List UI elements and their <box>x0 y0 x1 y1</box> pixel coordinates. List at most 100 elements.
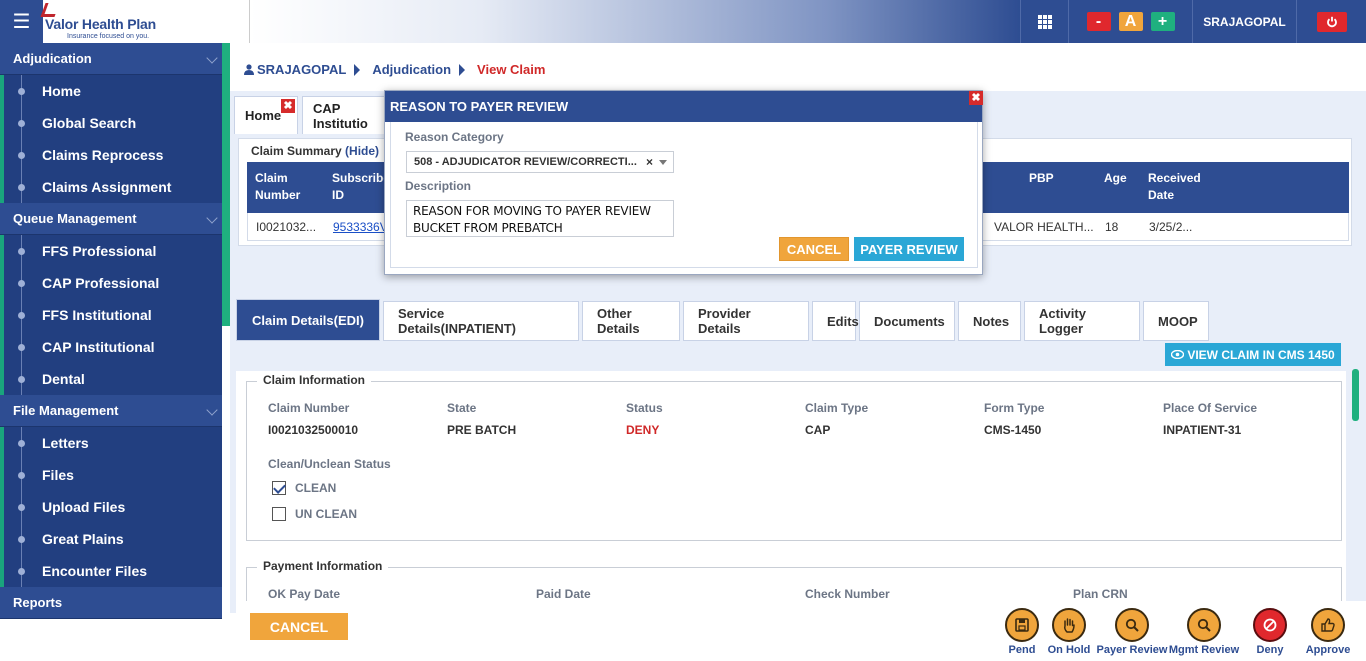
cancel-button[interactable]: CANCEL <box>250 613 348 640</box>
sidebar-item-label: FFS Institutional <box>42 307 152 323</box>
hand-icon <box>1052 608 1086 642</box>
sidebar-item-home[interactable]: Home <box>0 75 222 107</box>
field-value: CAP <box>805 423 831 437</box>
sidebar-item-ffs-institutional[interactable]: FFS Institutional <box>0 299 222 331</box>
sidebar-section-reports[interactable]: Reports <box>0 587 222 619</box>
bullet-icon <box>18 440 25 447</box>
approve-button[interactable]: Approve <box>1288 608 1366 656</box>
claim-information-fieldset: Claim Information Claim Number I00210325… <box>246 373 1342 541</box>
approve-label: Approve <box>1305 644 1351 656</box>
bullet-icon <box>18 376 25 383</box>
logout-button[interactable] <box>1296 0 1366 43</box>
sidebar-item-label: Global Search <box>42 115 137 131</box>
sidebar-item-cap-institutional[interactable]: CAP Institutional <box>0 331 222 363</box>
field-label: Plan CRN <box>1073 587 1128 601</box>
content-scrollbar[interactable] <box>1352 369 1359 421</box>
cell-received-date: 3/25/2... <box>1149 220 1193 234</box>
reason-category-select[interactable]: 508 - ADJUDICATOR REVIEW/CORRECTI... × <box>406 151 674 173</box>
sidebar-item-global-search[interactable]: Global Search <box>0 107 222 139</box>
sidebar-item-dental[interactable]: Dental <box>0 363 222 395</box>
payment-information-legend: Payment Information <box>257 559 389 573</box>
field-value: CMS-1450 <box>984 423 1042 437</box>
unclean-option-label[interactable]: UN CLEAN <box>295 507 357 521</box>
sidebar-item-great-plains[interactable]: Great Plains <box>0 523 222 555</box>
tab-other-details[interactable]: Other Details <box>582 301 680 341</box>
power-icon <box>1316 11 1347 32</box>
tab-activity-logger[interactable]: Activity Logger <box>1024 301 1140 341</box>
clear-icon[interactable]: × <box>646 155 653 169</box>
sidebar-section-file-management[interactable]: File Management <box>0 395 222 427</box>
username-label[interactable]: SRAJAGOPAL <box>1192 0 1296 43</box>
tab-notes[interactable]: Notes <box>958 301 1021 341</box>
view-claim-cms-label: VIEW CLAIM IN CMS 1450 <box>1187 347 1335 362</box>
bullet-icon <box>18 568 25 575</box>
field-label: State <box>447 401 477 415</box>
sidebar-item-letters[interactable]: Letters <box>0 427 222 459</box>
field-value: PRE BATCH <box>447 423 517 437</box>
breadcrumb-module[interactable]: Adjudication <box>372 62 451 77</box>
close-icon[interactable]: ✖ <box>281 99 295 113</box>
tab-home[interactable]: Home ✖ <box>234 96 298 134</box>
breadcrumb-separator-icon <box>354 63 361 76</box>
clean-option-label[interactable]: CLEAN <box>295 481 336 495</box>
sidebar-section-adjudication[interactable]: Adjudication <box>0 43 222 75</box>
clean-checkbox[interactable] <box>272 481 286 495</box>
user-icon <box>244 64 254 75</box>
sidebar-item-label: Claims Reprocess <box>42 147 164 163</box>
font-reset-button[interactable]: A <box>1118 12 1143 31</box>
sidebar-item-claims-assignment[interactable]: Claims Assignment <box>0 171 222 203</box>
logo-text: Valor Health Plan <box>45 16 156 32</box>
section-title: Queue Management <box>13 211 137 226</box>
apps-grid-icon[interactable] <box>1020 0 1068 43</box>
chevron-down-icon <box>206 52 218 64</box>
bullet-icon <box>18 504 25 511</box>
detail-tabs: Claim Details(EDI) Service Details(INPAT… <box>236 299 1212 341</box>
close-icon[interactable]: ✖ <box>969 91 983 105</box>
breadcrumb-user[interactable]: SRAJAGOPAL <box>257 62 346 77</box>
sidebar-section-queue-management[interactable]: Queue Management <box>0 203 222 235</box>
field-value: I0021032500010 <box>268 423 359 437</box>
payer-review-submit-button[interactable]: PAYER REVIEW <box>854 237 964 261</box>
description-label: Description <box>405 179 472 193</box>
cell-age: 18 <box>1105 220 1119 234</box>
font-increase-button[interactable]: + <box>1150 12 1175 31</box>
tab-moop[interactable]: MOOP <box>1143 301 1209 341</box>
field-label: Status <box>626 401 663 415</box>
eye-icon <box>1171 350 1185 359</box>
sidebar-scrollbar[interactable] <box>222 43 230 326</box>
view-claim-cms-button[interactable]: VIEW CLAIM IN CMS 1450 <box>1165 343 1341 366</box>
tab-service-details[interactable]: Service Details(INPATIENT) <box>383 301 579 341</box>
sidebar-item-cap-professional[interactable]: CAP Professional <box>0 267 222 299</box>
payer-review-button[interactable]: Payer Review <box>1092 608 1172 656</box>
hide-toggle[interactable]: (Hide) <box>345 144 379 158</box>
bullet-icon <box>18 280 25 287</box>
sidebar-item-label: Upload Files <box>42 499 126 515</box>
tab-documents[interactable]: Documents <box>859 301 955 341</box>
logo-tagline: Insurance focused on you. <box>67 33 150 40</box>
sidebar-item-files[interactable]: Files <box>0 459 222 491</box>
field-label: Paid Date <box>536 587 591 601</box>
sidebar-item-encounter-files[interactable]: Encounter Files <box>0 555 222 587</box>
dialog-cancel-button[interactable]: CANCEL <box>779 237 849 261</box>
tab-claim-details[interactable]: Claim Details(EDI) <box>236 299 380 341</box>
bullet-icon <box>18 184 25 191</box>
sidebar-item-ffs-professional[interactable]: FFS Professional <box>0 235 222 267</box>
sidebar-item-label: CAP Professional <box>42 275 160 291</box>
tab-edits[interactable]: Edits <box>812 301 859 341</box>
description-textarea[interactable]: REASON FOR MOVING TO PAYER REVIEW BUCKET… <box>406 200 674 237</box>
menu-icon[interactable]: ☰ <box>0 0 43 43</box>
reason-category-label: Reason Category <box>405 130 504 144</box>
tab-label: CAP Institutio <box>313 100 368 131</box>
subscriber-id-link[interactable]: 9533336V <box>333 220 388 234</box>
bullet-icon <box>18 152 25 159</box>
unclean-checkbox[interactable] <box>272 507 286 521</box>
tab-cap-institutional[interactable]: CAP Institutio <box>302 96 392 134</box>
chevron-down-icon <box>206 404 218 416</box>
chevron-down-icon[interactable] <box>659 160 667 165</box>
bullet-icon <box>18 536 25 543</box>
sidebar: Adjudication Home Global Search Claims R… <box>0 43 222 619</box>
font-decrease-button[interactable]: - <box>1086 12 1111 31</box>
sidebar-item-upload-files[interactable]: Upload Files <box>0 491 222 523</box>
sidebar-item-claims-reprocess[interactable]: Claims Reprocess <box>0 139 222 171</box>
tab-provider-details[interactable]: Provider Details <box>683 301 809 341</box>
